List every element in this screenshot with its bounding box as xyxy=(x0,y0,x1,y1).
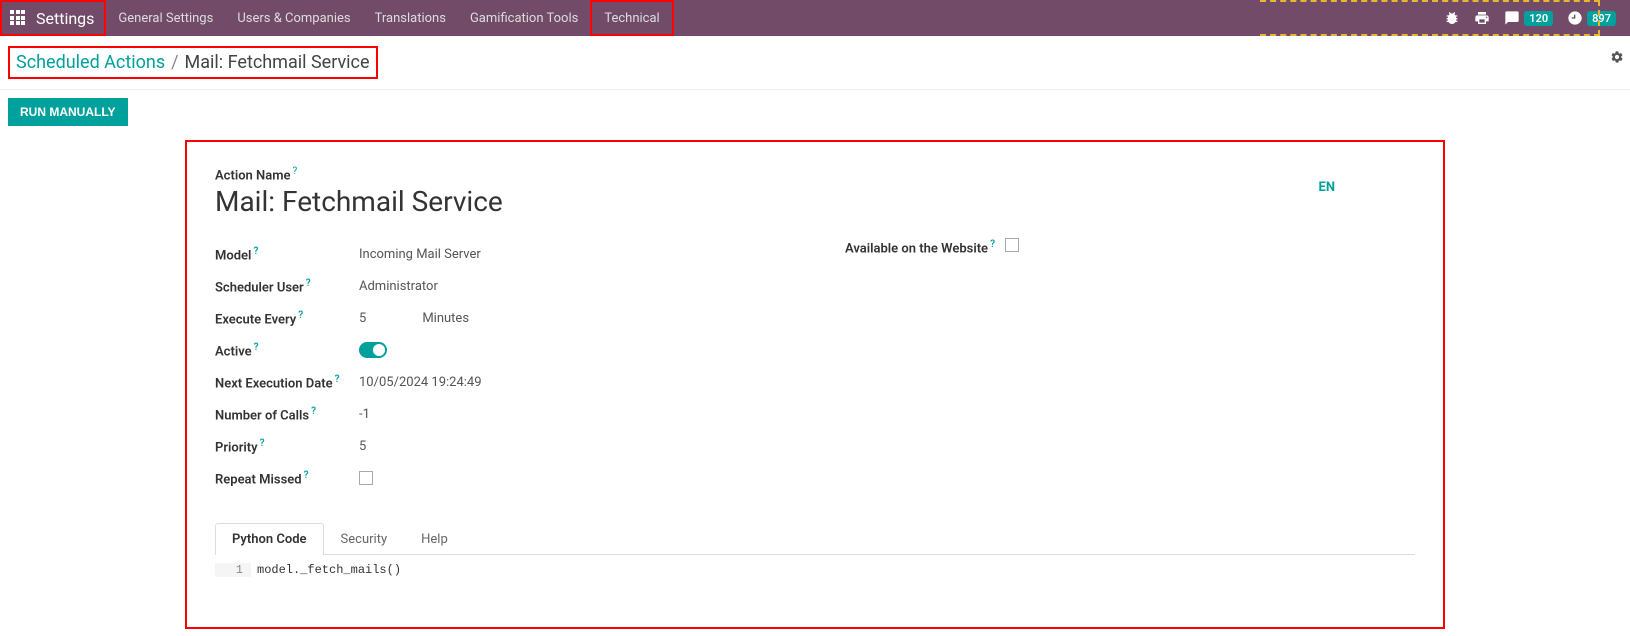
help-icon[interactable]: ? xyxy=(298,310,303,321)
breadcrumb: Scheduled Actions / Mail: Fetchmail Serv… xyxy=(8,46,378,79)
apps-icon xyxy=(10,10,26,26)
nav-item-users-companies[interactable]: Users & Companies xyxy=(225,0,362,36)
action-title[interactable]: Mail: Fetchmail Service xyxy=(215,185,503,218)
brand-text: Settings xyxy=(36,9,94,28)
left-column: Model? Incoming Mail Server Scheduler Us… xyxy=(215,238,785,494)
breadcrumb-bar: Scheduled Actions / Mail: Fetchmail Serv… xyxy=(0,36,1630,90)
repeat-missed-checkbox[interactable] xyxy=(359,471,373,485)
help-icon[interactable]: ? xyxy=(306,278,311,289)
language-button[interactable]: EN xyxy=(1319,180,1336,195)
model-label: Model? xyxy=(215,246,359,263)
messages-group[interactable]: 120 xyxy=(1504,10,1553,26)
code-content[interactable]: model._fetch_mails() xyxy=(251,563,401,577)
active-label: Active? xyxy=(215,342,359,359)
right-column: Available on the Website? xyxy=(845,238,1415,494)
form-sheet: Action Name? Mail: Fetchmail Service EN … xyxy=(185,140,1445,629)
top-navbar: Settings General Settings Users & Compan… xyxy=(0,0,1630,36)
help-icon[interactable]: ? xyxy=(254,342,259,353)
run-manually-button[interactable]: RUN MANUALLY xyxy=(8,98,128,126)
clock-icon xyxy=(1567,10,1583,26)
calls-value[interactable]: -1 xyxy=(359,407,370,422)
line-number: 1 xyxy=(215,563,251,577)
help-icon[interactable]: ? xyxy=(990,239,995,250)
priority-value[interactable]: 5 xyxy=(359,439,366,454)
action-bar: RUN MANUALLY xyxy=(0,90,1630,140)
nav-brand[interactable]: Settings xyxy=(0,0,106,36)
nav-item-gamification[interactable]: Gamification Tools xyxy=(458,0,590,36)
help-icon[interactable]: ? xyxy=(253,246,258,257)
calls-label: Number of Calls? xyxy=(215,406,359,423)
nav-menu: General Settings Users & Companies Trans… xyxy=(106,0,673,36)
execute-every-unit[interactable]: Minutes xyxy=(422,311,469,326)
messages-icon xyxy=(1504,10,1520,26)
tab-security[interactable]: Security xyxy=(324,523,405,555)
help-icon[interactable]: ? xyxy=(335,374,340,385)
help-icon[interactable]: ? xyxy=(293,166,298,177)
activities-badge: 897 xyxy=(1587,11,1616,26)
nav-right: 120 897 xyxy=(1444,0,1630,36)
scheduler-user-label: Scheduler User? xyxy=(215,278,359,295)
help-icon[interactable]: ? xyxy=(260,438,265,449)
tab-help[interactable]: Help xyxy=(404,523,465,555)
nav-item-general-settings[interactable]: General Settings xyxy=(106,0,225,36)
available-website-label: Available on the Website? xyxy=(845,238,1005,259)
active-toggle[interactable] xyxy=(359,342,387,358)
tabs: Python Code Security Help xyxy=(215,522,1415,555)
repeat-missed-label: Repeat Missed? xyxy=(215,470,359,487)
help-icon[interactable]: ? xyxy=(304,470,309,481)
next-exec-label: Next Execution Date? xyxy=(215,374,359,391)
next-exec-value[interactable]: 10/05/2024 19:24:49 xyxy=(359,375,482,390)
action-name-label: Action Name? xyxy=(215,166,503,183)
scheduler-user-value[interactable]: Administrator xyxy=(359,279,438,294)
gear-icon[interactable] xyxy=(1610,50,1624,68)
breadcrumb-parent[interactable]: Scheduled Actions xyxy=(16,52,165,73)
priority-label: Priority? xyxy=(215,438,359,455)
activities-group[interactable]: 897 xyxy=(1567,10,1616,26)
help-icon[interactable]: ? xyxy=(311,406,316,417)
nav-item-translations[interactable]: Translations xyxy=(363,0,458,36)
breadcrumb-separator: / xyxy=(171,52,178,73)
execute-every-label: Execute Every? xyxy=(215,310,359,327)
available-website-checkbox[interactable] xyxy=(1005,238,1019,252)
breadcrumb-current: Mail: Fetchmail Service xyxy=(185,52,370,73)
nav-item-technical[interactable]: Technical xyxy=(590,0,673,36)
bug-icon[interactable] xyxy=(1444,10,1460,26)
model-value[interactable]: Incoming Mail Server xyxy=(359,247,481,262)
messages-badge: 120 xyxy=(1524,11,1553,26)
execute-every-value[interactable]: 5 Minutes xyxy=(359,311,469,326)
print-icon[interactable] xyxy=(1474,10,1490,26)
code-editor[interactable]: 1 model._fetch_mails() xyxy=(215,563,1415,577)
tab-python-code[interactable]: Python Code xyxy=(215,523,324,555)
